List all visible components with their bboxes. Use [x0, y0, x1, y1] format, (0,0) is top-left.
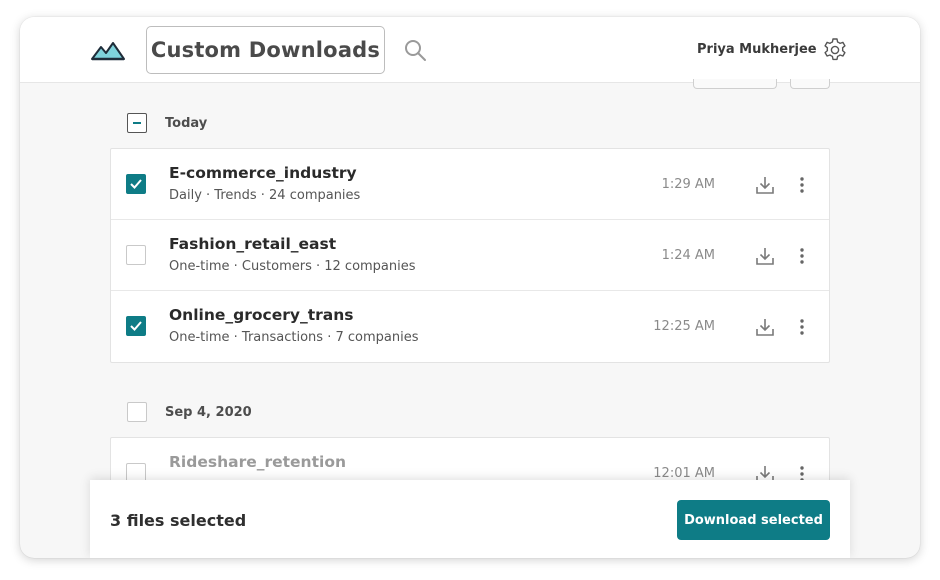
group-label: Today [165, 115, 208, 131]
group-label: Sep 4, 2020 [165, 404, 252, 420]
select-all-checkbox[interactable] [127, 113, 147, 133]
selected-count: 3 files selected [110, 511, 247, 530]
search-icon[interactable] [403, 38, 427, 62]
check-icon [130, 321, 142, 331]
row-checkbox[interactable] [126, 316, 146, 336]
file-meta: Daily · Trends · 24 companies [169, 188, 361, 203]
mountain-logo-icon[interactable] [90, 39, 126, 63]
more-vertical-icon[interactable] [795, 316, 809, 338]
toolbar-button-partial[interactable] [790, 79, 830, 89]
file-meta: One-time · Transactions · 7 companies [169, 330, 419, 345]
minus-icon [133, 122, 141, 124]
file-name[interactable]: E-commerce_industry [169, 164, 357, 182]
toolbar-button-partial[interactable] [693, 79, 777, 89]
check-icon [130, 179, 142, 189]
more-vertical-icon[interactable] [795, 245, 809, 267]
app-window: Custom Downloads Priya Mukherjee Today E… [20, 17, 920, 558]
download-icon[interactable] [754, 174, 776, 196]
file-name[interactable]: Online_grocery_trans [169, 306, 354, 324]
file-row[interactable]: Online_grocery_trans One-time · Transact… [111, 291, 829, 362]
file-list: E-commerce_industry Daily · Trends · 24 … [110, 148, 830, 363]
selection-bar: 3 files selected Download selected [90, 480, 850, 558]
group-header-today: Today [127, 113, 207, 133]
file-name[interactable]: Fashion_retail_east [169, 235, 336, 253]
select-all-checkbox[interactable] [127, 402, 147, 422]
page-title: Custom Downloads [146, 26, 385, 74]
file-time: 1:29 AM [661, 177, 715, 192]
more-vertical-icon[interactable] [795, 174, 809, 196]
download-icon[interactable] [754, 245, 776, 267]
top-bar: Custom Downloads Priya Mukherjee [20, 17, 920, 83]
download-selected-button[interactable]: Download selected [677, 500, 830, 540]
row-checkbox[interactable] [126, 245, 146, 265]
user-name[interactable]: Priya Mukherjee [697, 42, 817, 57]
group-header-sep-4-2020: Sep 4, 2020 [127, 402, 252, 422]
file-meta: One-time · Customers · 12 companies [169, 259, 416, 274]
row-checkbox[interactable] [126, 174, 146, 194]
file-name[interactable]: Rideshare_retention [169, 453, 346, 471]
download-icon[interactable] [754, 316, 776, 338]
file-row[interactable]: E-commerce_industry Daily · Trends · 24 … [111, 149, 829, 220]
file-time: 1:24 AM [661, 248, 715, 263]
file-time: 12:01 AM [653, 466, 715, 481]
file-row[interactable]: Fashion_retail_east One-time · Customers… [111, 220, 829, 291]
file-time: 12:25 AM [653, 319, 715, 334]
gear-icon[interactable] [822, 37, 848, 63]
